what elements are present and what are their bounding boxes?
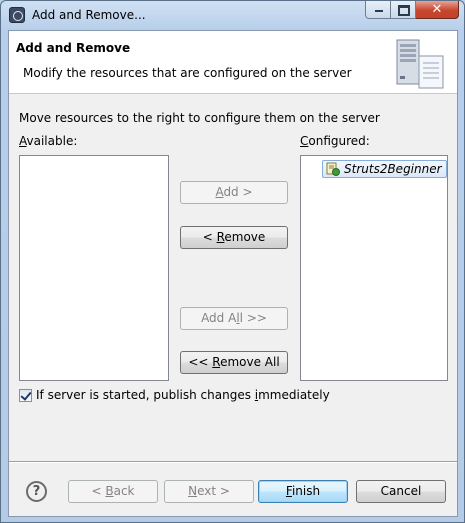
banner-description: Modify the resources that are configured… — [23, 66, 352, 80]
add-all-button-label: l >> — [239, 311, 267, 325]
window-controls: ✕ — [365, 1, 459, 20]
dialog-window: Add and Remove... ✕ Add and Remove Modif… — [0, 0, 465, 523]
remove-all-button-mnemonic: R — [212, 355, 221, 369]
window-title: Add and Remove... — [32, 8, 146, 22]
maximize-button[interactable] — [391, 1, 416, 19]
minimize-button[interactable] — [365, 1, 391, 19]
remove-button[interactable]: < Remove — [180, 226, 288, 249]
server-icon — [396, 39, 444, 89]
publish-label-text: If server is started, publish changes — [36, 388, 255, 402]
back-button[interactable]: < Back — [68, 480, 158, 503]
back-button-prefix: < — [91, 484, 106, 498]
next-button-mnemonic: N — [188, 484, 198, 498]
configured-item-struts2beginner[interactable]: Struts2Beginner — [322, 160, 447, 178]
next-button[interactable]: Next > — [164, 480, 254, 503]
wizard-banner: Add and Remove Modify the resources that… — [9, 31, 457, 94]
banner-title: Add and Remove — [16, 41, 131, 55]
add-button-label: dd > — [223, 185, 253, 199]
eclipse-app-icon — [9, 7, 25, 23]
close-icon: ✕ — [431, 2, 443, 17]
configured-label: Configured: — [300, 134, 370, 148]
available-list[interactable] — [19, 155, 169, 381]
remove-all-button-prefix: << — [188, 355, 213, 369]
instructions-text: Move resources to the right to configure… — [19, 111, 380, 125]
publish-immediately-option[interactable]: If server is started, publish changes im… — [19, 388, 330, 402]
back-button-label: ack — [113, 484, 135, 498]
available-label-mnemonic: A — [19, 134, 27, 148]
finish-button-label: inish — [291, 484, 321, 498]
remove-button-label: emove — [224, 230, 266, 244]
close-button[interactable]: ✕ — [416, 1, 459, 19]
publish-label-rest: mmediately — [258, 388, 330, 402]
back-button-mnemonic: B — [105, 484, 114, 498]
add-all-button[interactable]: Add All >> — [180, 307, 288, 330]
web-project-icon — [326, 162, 340, 176]
remove-all-button-label: emove All — [220, 355, 280, 369]
add-button[interactable]: Add > — [180, 181, 288, 204]
cancel-button[interactable]: Cancel — [356, 480, 446, 503]
configured-label-text: onfigured: — [308, 134, 370, 148]
publish-immediately-label: If server is started, publish changes im… — [36, 388, 330, 402]
help-icon[interactable]: ? — [26, 481, 47, 502]
configured-item-label: Struts2Beginner — [344, 162, 442, 176]
available-label-text: vailable: — [26, 134, 78, 148]
configured-list[interactable]: Struts2Beginner — [300, 155, 448, 381]
next-button-label: ext > — [197, 484, 230, 498]
add-all-button-prefix: Add A — [201, 311, 237, 325]
finish-button[interactable]: Finish — [258, 480, 348, 503]
remove-all-button[interactable]: << Remove All — [180, 351, 288, 374]
publish-immediately-checkbox[interactable] — [19, 388, 32, 402]
footer-separator — [9, 461, 457, 463]
title-bar[interactable]: Add and Remove... ✕ — [1, 1, 464, 30]
dialog-client-area: Add and Remove Modify the resources that… — [8, 30, 458, 517]
available-label: Available: — [19, 134, 77, 148]
remove-button-prefix: < — [202, 230, 217, 244]
